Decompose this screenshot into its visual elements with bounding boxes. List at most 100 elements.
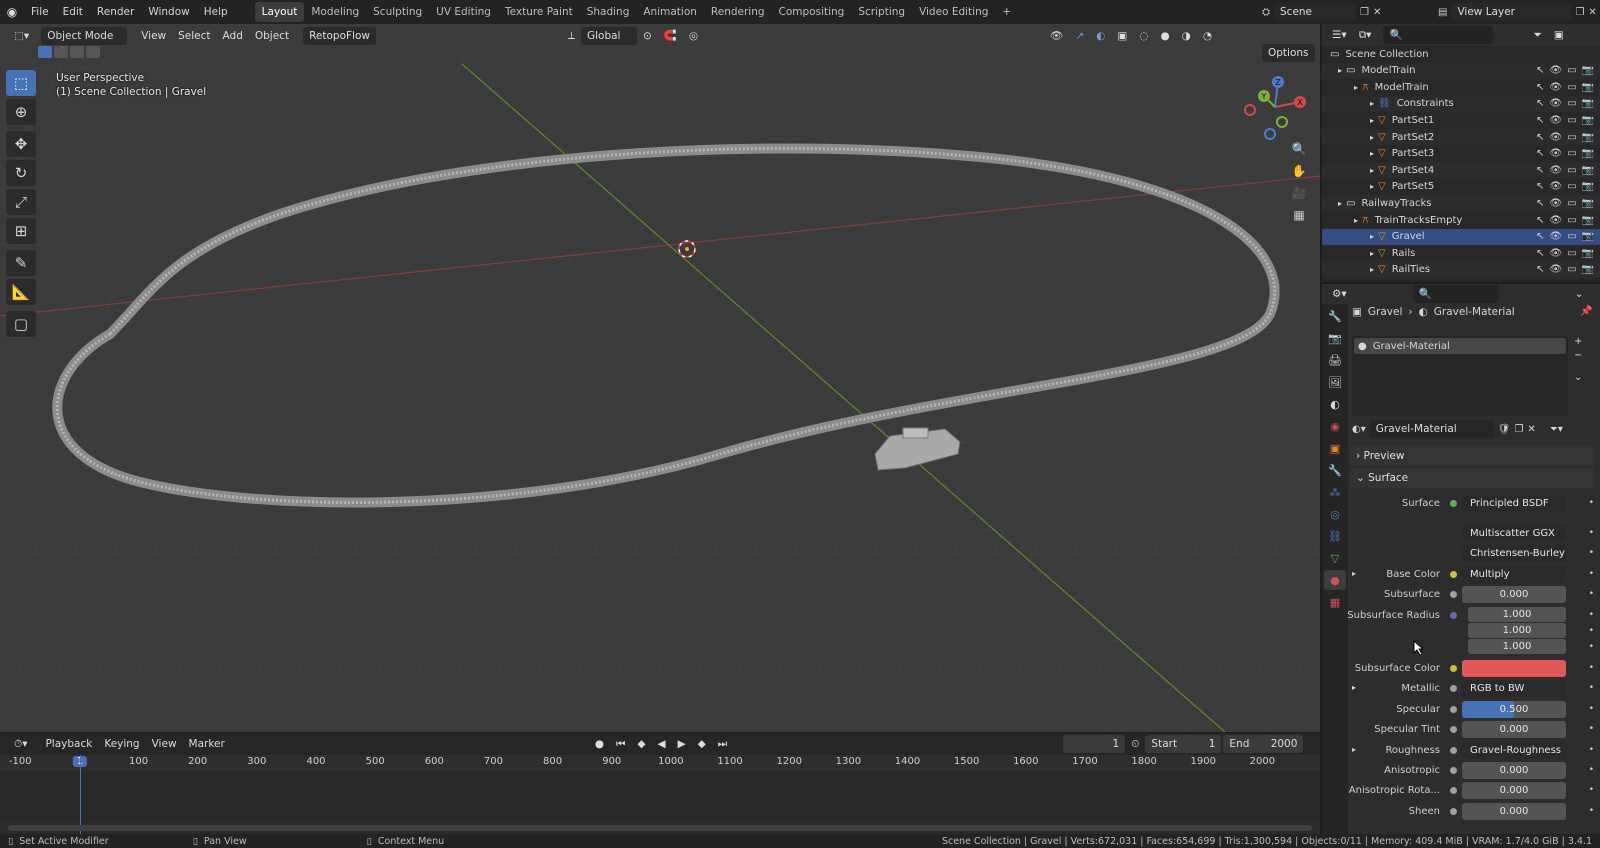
socket-icon[interactable]: [1450, 706, 1457, 713]
socket-icon[interactable]: [1450, 726, 1457, 733]
socket-icon[interactable]: [1450, 612, 1457, 619]
viewport-menu-view[interactable]: View: [135, 27, 172, 45]
socket-icon[interactable]: [1450, 747, 1457, 754]
menu-edit[interactable]: Edit: [56, 2, 90, 22]
keyframe-dot-icon[interactable]: •: [1589, 704, 1594, 714]
socket-icon[interactable]: [1450, 665, 1457, 672]
socket-icon[interactable]: [1450, 500, 1457, 507]
outliner-row[interactable]: ▸ ▭ ModelTrain ↖ 👁 ▭ 📷: [1322, 62, 1600, 79]
keyframe-dot-icon[interactable]: •: [1589, 683, 1594, 693]
pin-icon[interactable]: 📌: [1580, 306, 1592, 317]
filter-icon[interactable]: ⏷: [1527, 26, 1547, 44]
material-tab-icon[interactable]: ●: [1324, 570, 1346, 590]
render-toggle-icon[interactable]: 📷: [1582, 148, 1594, 159]
expand-arrow-icon[interactable]: ▸: [1322, 216, 1362, 225]
viewport-toggle-icon[interactable]: ▭: [1567, 65, 1576, 76]
remove-slot-button[interactable]: −: [1574, 350, 1582, 361]
object-tab-icon[interactable]: ▣: [1324, 438, 1346, 458]
rotate-tool-icon[interactable]: ↻: [6, 160, 36, 186]
delete-view-layer-icon[interactable]: ✕: [1588, 7, 1596, 18]
select-toggle-icon[interactable]: ↖: [1536, 181, 1544, 192]
number-field[interactable]: 0.000: [1462, 721, 1566, 738]
select-new-icon[interactable]: [38, 46, 52, 58]
properties-search-input[interactable]: 🔍: [1412, 285, 1499, 303]
expand-node-icon[interactable]: ▸: [1352, 683, 1356, 692]
viewport-toggle-icon[interactable]: ▭: [1567, 198, 1576, 209]
number-field[interactable]: 1.000: [1468, 623, 1566, 638]
visibility-toggle-icon[interactable]: 👁: [1549, 82, 1562, 93]
visibility-toggle-icon[interactable]: 👁: [1549, 215, 1562, 226]
select-toggle-icon[interactable]: ↖: [1536, 264, 1544, 275]
pan-hand-icon[interactable]: ✋: [1288, 160, 1310, 182]
pivot-point-icon[interactable]: ⊙: [637, 27, 658, 45]
select-toggle-icon[interactable]: ↖: [1536, 115, 1544, 126]
preview-panel-header[interactable]: › Preview: [1350, 446, 1594, 466]
expand-arrow-icon[interactable]: ▸: [1322, 66, 1346, 75]
view-layer-field[interactable]: View Layer: [1451, 3, 1572, 21]
surface-panel-header[interactable]: ⌄ Surface: [1350, 468, 1594, 488]
expand-node-icon[interactable]: ▸: [1352, 569, 1356, 578]
menu-render[interactable]: Render: [90, 2, 141, 22]
mode-dropdown[interactable]: Object Mode: [41, 27, 128, 45]
render-toggle-icon[interactable]: 📷: [1582, 198, 1594, 209]
viewport-toggle-icon[interactable]: ▭: [1567, 264, 1576, 275]
timeline-menu-playback[interactable]: Playback: [39, 735, 98, 753]
outliner-row[interactable]: ▸ ▽ PartSet2 ↖ 👁 ▭ 📷: [1322, 129, 1600, 145]
keyframe-dot-icon[interactable]: •: [1589, 745, 1594, 755]
select-toggle-icon[interactable]: ↖: [1536, 82, 1544, 93]
expand-arrow-icon[interactable]: ▸: [1322, 133, 1378, 142]
visibility-toggle-icon[interactable]: 👁: [1549, 181, 1562, 192]
world-tab-icon[interactable]: ◉: [1324, 416, 1346, 436]
outliner-row[interactable]: ▸ ▽ PartSet4 ↖ 👁 ▭ 📷: [1322, 162, 1600, 179]
unlink-material-icon[interactable]: ✕: [1527, 424, 1535, 435]
keyframe-dot-icon[interactable]: •: [1589, 589, 1594, 599]
delete-scene-icon[interactable]: ✕: [1373, 7, 1381, 18]
properties-editor-type-icon[interactable]: ⚙▾: [1326, 285, 1353, 303]
expand-arrow-icon[interactable]: ▸: [1322, 149, 1378, 158]
linked-node-field[interactable]: Principled BSDF: [1462, 495, 1566, 512]
tab-texture-paint[interactable]: Texture Paint: [498, 2, 580, 22]
socket-icon[interactable]: [1450, 808, 1457, 815]
outliner-row[interactable]: ▸ ⚻ TrainTracksEmpty ↖ 👁 ▭ 📷: [1322, 212, 1600, 228]
fake-user-icon[interactable]: 🛡: [1498, 424, 1511, 435]
new-collection-icon[interactable]: ▣: [1548, 26, 1570, 44]
viewport-toggle-icon[interactable]: ▭: [1567, 82, 1576, 93]
tab-compositing[interactable]: Compositing: [772, 2, 852, 22]
menu-file[interactable]: File: [24, 2, 56, 22]
physics-tab-icon[interactable]: ◎: [1324, 504, 1346, 524]
expand-arrow-icon[interactable]: ▸: [1322, 83, 1362, 92]
proportional-edit-icon[interactable]: ◎: [683, 27, 704, 45]
number-field[interactable]: 0.000: [1462, 586, 1566, 603]
scale-tool-icon[interactable]: ⤢: [6, 189, 36, 215]
outliner-row[interactable]: ▸ ▭ RailwayTracks ↖ 👁 ▭ 📷: [1322, 195, 1600, 212]
blender-logo-icon[interactable]: ◉: [0, 0, 24, 24]
play-icon[interactable]: ▶: [672, 735, 692, 753]
outliner-row[interactable]: ▸ ▽ PartSet3 ↖ 👁 ▭ 📷: [1322, 146, 1600, 162]
menu-window[interactable]: Window: [141, 2, 196, 22]
viewport-toggle-icon[interactable]: ▭: [1567, 132, 1576, 143]
shading-solid-icon[interactable]: ●: [1154, 27, 1175, 45]
tab-video-editing[interactable]: Video Editing: [912, 2, 995, 22]
new-view-layer-icon[interactable]: ❐: [1575, 7, 1584, 18]
prev-keyframe-icon[interactable]: ◆: [631, 735, 651, 753]
select-toggle-icon[interactable]: ↖: [1536, 132, 1544, 143]
visibility-toggle-icon[interactable]: 👁: [1549, 198, 1562, 209]
measure-tool-icon[interactable]: 📐: [6, 279, 36, 305]
keyframe-dot-icon[interactable]: •: [1589, 626, 1594, 636]
shading-rendered-icon[interactable]: ◔: [1197, 27, 1218, 45]
expand-node-icon[interactable]: ▸: [1352, 745, 1356, 754]
material-slot-item[interactable]: ● Gravel-Material: [1354, 338, 1566, 354]
outliner-search-input[interactable]: 🔍: [1383, 26, 1494, 44]
outliner-editor-type-icon[interactable]: ☰▾: [1326, 26, 1353, 44]
expand-arrow-icon[interactable]: ▸: [1322, 166, 1378, 175]
timeline-scrollbar[interactable]: [8, 825, 1312, 831]
viewport-menu-add[interactable]: Add: [217, 27, 249, 45]
render-toggle-icon[interactable]: 📷: [1582, 264, 1594, 275]
select-subtract-icon[interactable]: [70, 46, 84, 58]
render-toggle-icon[interactable]: 📷: [1582, 231, 1594, 242]
browse-material-icon[interactable]: ◐▾: [1352, 424, 1366, 435]
playhead-line[interactable]: [80, 755, 81, 835]
number-field[interactable]: 0.000: [1462, 803, 1566, 820]
viewport-toggle-icon[interactable]: ▭: [1567, 115, 1576, 126]
outliner-row[interactable]: ▸ ▽ PartSet5 ↖ 👁 ▭ 📷: [1322, 179, 1600, 195]
